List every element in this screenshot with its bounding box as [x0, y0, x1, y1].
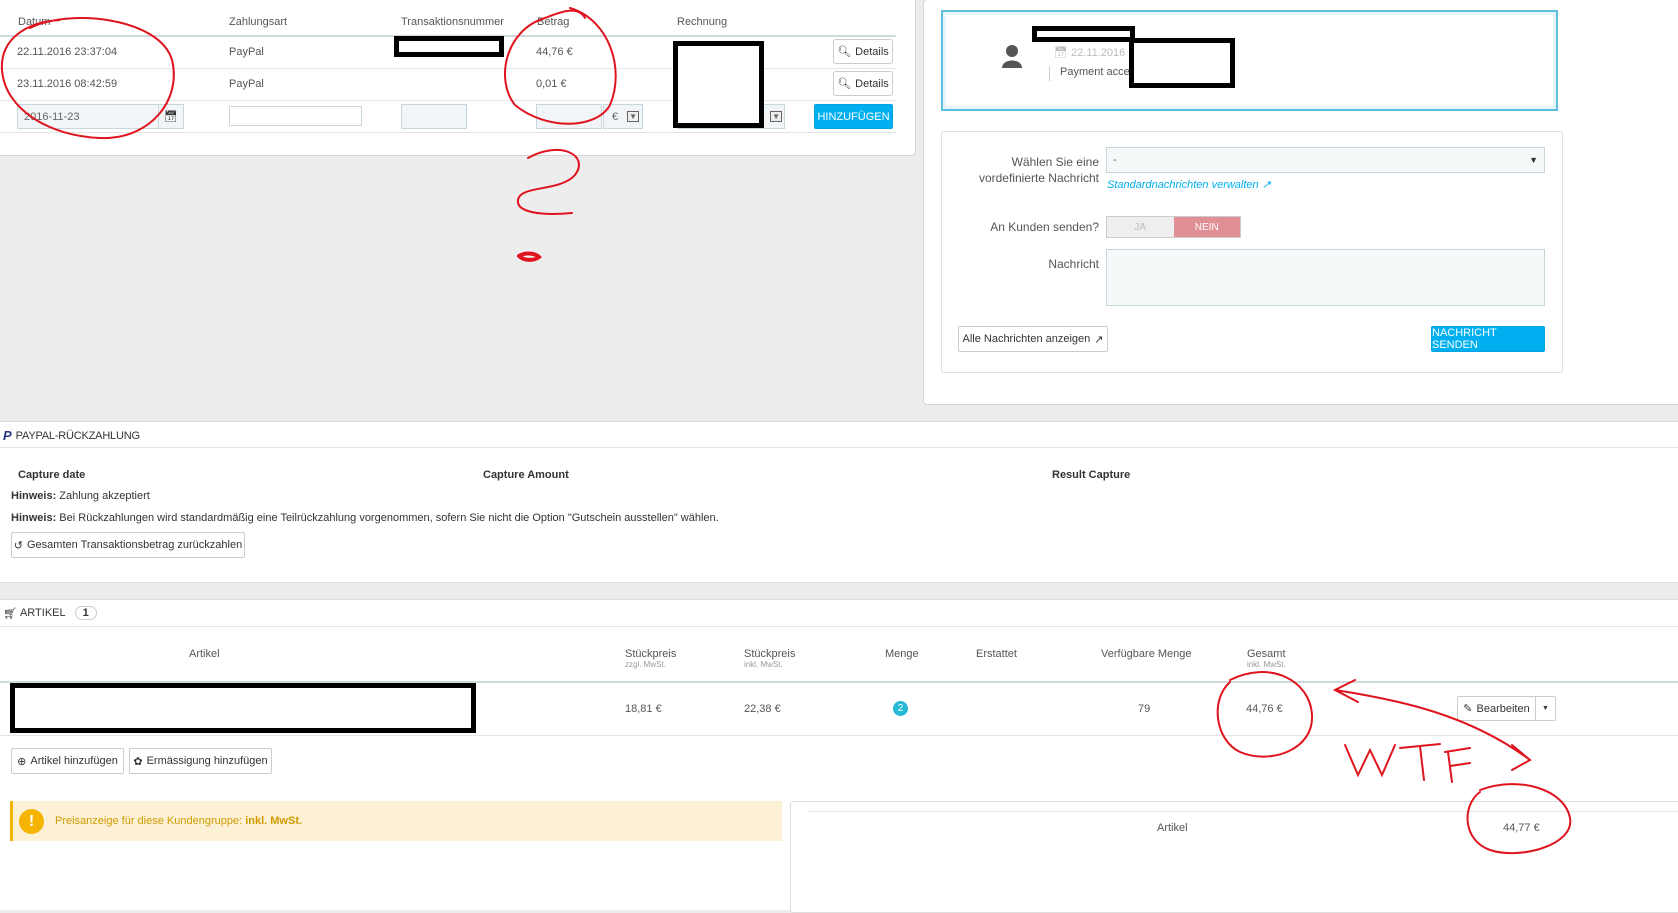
header-capture-date: Capture date [18, 469, 86, 481]
header-rechnung: Rechnung [677, 16, 728, 28]
toggle-yes[interactable]: JA [1107, 217, 1174, 237]
articles-title: 🛒︎ ARTIKEL 1 [3, 606, 97, 620]
hint-partial-refund: Hinweis: Bei Rückzahlungen wird standard… [11, 512, 719, 524]
redacted-status-detail [1129, 38, 1235, 88]
header-result-capture: Result Capture [1052, 469, 1131, 481]
refund-full-amount-button[interactable]: ↺ Gesamten Transaktionsbetrag zurückzahl… [11, 532, 245, 558]
redacted-customer-name [1032, 26, 1135, 42]
currency-select[interactable]: € ▼ [603, 104, 643, 129]
unit-price-inc: 22,38 € [744, 703, 781, 715]
section-divider [0, 447, 1678, 448]
calendar-icon: 📅︎ [1054, 47, 1068, 59]
add-discount-button[interactable]: ✿ Ermässigung hinzufügen [129, 748, 272, 774]
caret-down-icon: ▼ [1542, 705, 1549, 712]
header-datum: Datum [18, 16, 51, 28]
pencil-icon: ✎ [1463, 703, 1473, 715]
show-all-messages-button[interactable]: Alle Nachrichten anzeigen ↗ [958, 326, 1108, 352]
message-textarea[interactable] [1106, 249, 1545, 306]
predefined-message-label: Wählen Sie eine vordefinierte Nachricht [978, 155, 1099, 185]
redacted-article-name [10, 683, 476, 733]
search-icon: 🔍︎ [837, 78, 852, 90]
search-icon: 🔍︎ [837, 46, 852, 58]
transaction-number-input[interactable] [401, 104, 467, 129]
toggle-no[interactable]: NEIN [1173, 217, 1240, 237]
manage-messages-link[interactable]: Standardnachrichten verwalten ↗ [1107, 178, 1271, 191]
external-link-icon: ↗ [1261, 179, 1271, 191]
payment-amount: 44,76 € [536, 46, 573, 58]
header-zahlungsart: Zahlungsart [229, 16, 288, 28]
redacted-invoice [673, 41, 764, 128]
warning-icon: ! [19, 809, 44, 834]
price-notice-text: Preisanzeige für diese Kundengruppe: ink… [55, 815, 303, 827]
header-unit-price-inc: Stückpreis inkl. MwSt. [744, 648, 796, 669]
row-divider [0, 735, 1678, 736]
article-count-badge: 1 [74, 606, 97, 620]
header-capture-amount: Capture Amount [483, 469, 569, 481]
paypal-refund-title: P PAYPAL-RÜCKZAHLUNG [3, 428, 140, 443]
status-text: Payment accep [1049, 66, 1136, 81]
send-to-customer-toggle[interactable]: JA NEIN [1106, 216, 1241, 238]
message-label: Nachricht [1048, 257, 1099, 271]
header-menge: Menge [885, 648, 919, 660]
payment-method-input[interactable] [229, 106, 362, 126]
redacted-transaction-number [394, 36, 504, 57]
header-betrag: Betrag [537, 16, 570, 28]
caret-down-icon: ▼ [770, 111, 782, 122]
totals-panel [790, 801, 1678, 913]
paypal-icon: P [3, 428, 12, 443]
row-divider [0, 132, 896, 133]
details-button[interactable]: 🔍︎ Details [833, 71, 893, 96]
unit-price-ex: 18,81 € [625, 703, 662, 715]
calendar-icon: 📅︎ [164, 111, 178, 123]
cart-icon: 🛒︎ [3, 607, 17, 620]
undo-icon: ↺ [13, 539, 23, 552]
amount-input[interactable] [536, 104, 602, 129]
totals-divider [808, 811, 1678, 812]
caret-down-icon: ▼ [1529, 155, 1538, 165]
header-erstattet: Erstattet [976, 648, 1017, 660]
user-icon [1001, 44, 1023, 68]
send-to-customer-label: An Kunden senden? [990, 220, 1099, 234]
summary-articles-value: 44,77 € [1503, 822, 1540, 834]
line-total: 44,76 € [1246, 703, 1283, 715]
header-transaktionsnummer: Transaktionsnummer [401, 16, 504, 28]
plus-circle-icon: ⊕ [17, 755, 27, 768]
caret-down-icon: ▼ [627, 111, 639, 122]
status-date: 📅︎ 22.11.2016 - [1054, 47, 1132, 59]
annotation-question-mark [516, 148, 580, 215]
edit-article-button[interactable]: ✎ Bearbeiten [1457, 696, 1536, 721]
payment-method: PayPal [229, 46, 264, 58]
payment-date: 22.11.2016 23:37:04 [17, 46, 118, 58]
summary-articles-label: Artikel [1157, 822, 1188, 834]
annotation-dot [517, 251, 542, 262]
edit-dropdown-toggle[interactable]: ▼ [1535, 696, 1556, 721]
calendar-button[interactable]: 📅︎ [158, 104, 184, 129]
hint-payment-accepted: Hinweis: Zahlung akzeptiert [11, 490, 150, 502]
add-payment-button[interactable]: HINZUFÜGEN [814, 104, 893, 129]
tag-icon: ✿ [133, 755, 143, 768]
add-article-button[interactable]: ⊕ Artikel hinzufügen [11, 748, 124, 774]
payment-method: PayPal [229, 78, 264, 90]
payment-amount: 0,01 € [536, 78, 567, 90]
header-unit-price-ex: Stückpreis zzgl. MwSt. [625, 648, 677, 669]
header-artikel: Artikel [189, 648, 220, 660]
send-message-button[interactable]: NACHRICHT SENDEN [1431, 326, 1545, 352]
available-qty: 79 [1138, 703, 1151, 715]
paypal-refund-panel [0, 421, 1678, 583]
payment-date: 23.11.2016 08:42:59 [17, 78, 118, 90]
header-gesamt: Gesamt inkl. MwSt. [1247, 648, 1286, 669]
predefined-message-select[interactable]: - ▼ [1106, 147, 1545, 173]
details-button[interactable]: 🔍︎ Details [833, 39, 893, 64]
header-available-qty: Verfügbare Menge [1101, 648, 1192, 660]
section-divider [0, 626, 1678, 627]
date-input[interactable]: 2016-11-23 [17, 104, 159, 129]
quantity-badge: 2 [893, 701, 908, 716]
external-link-icon: ↗ [1094, 333, 1104, 346]
